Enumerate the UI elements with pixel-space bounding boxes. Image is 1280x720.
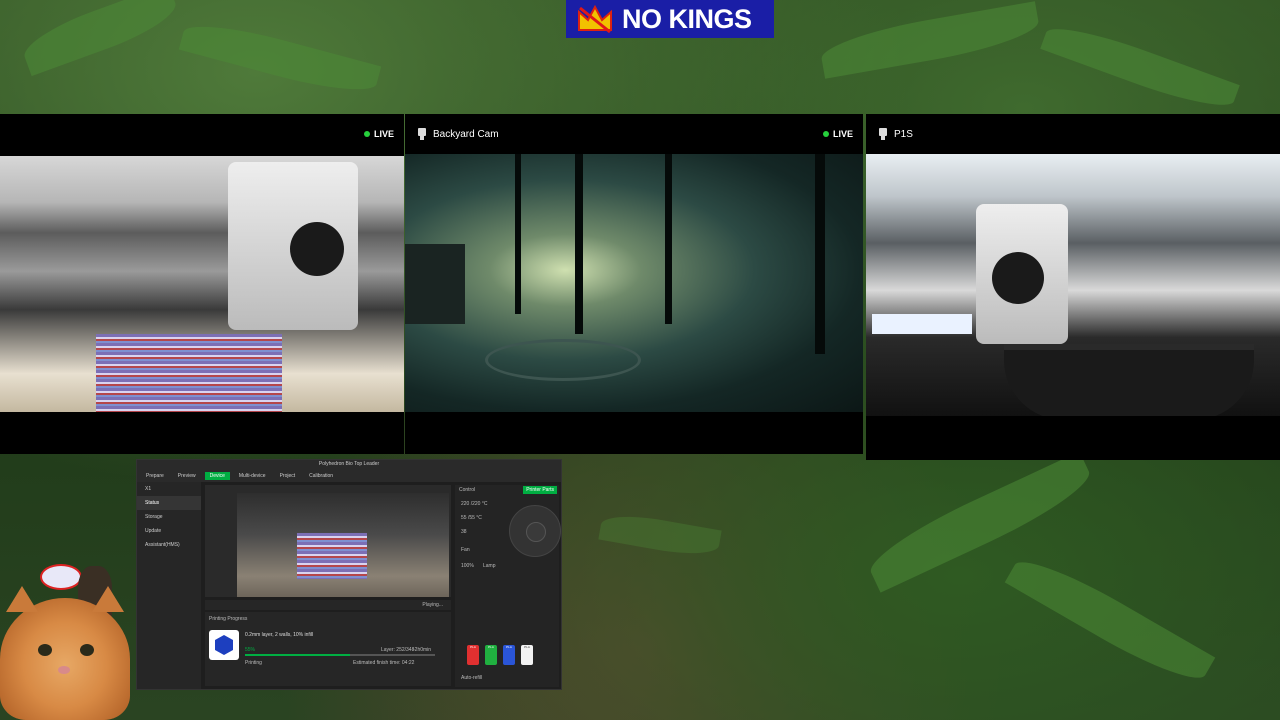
tab-calibration[interactable]: Calibration <box>304 472 338 480</box>
tab-prepare[interactable]: Prepare <box>141 472 169 480</box>
live-dot-icon <box>363 131 370 137</box>
model-thumbnail <box>209 630 239 660</box>
printed-bowl-image <box>1004 344 1254 416</box>
no-kings-banner: NO KINGS <box>566 0 774 38</box>
window-title: Polyhedron Bio Top Leader <box>318 461 380 467</box>
sidebar-item-storage[interactable]: Storage <box>137 510 201 524</box>
sidebar-item-update[interactable]: Update <box>137 524 201 538</box>
camera-view <box>205 485 451 597</box>
lamp-toggle[interactable]: Lamp <box>483 563 496 569</box>
banner-text: NO KINGS <box>622 3 752 34</box>
tab-project[interactable]: Project <box>275 472 301 480</box>
camera-feed <box>866 154 1280 416</box>
printer-parts-button[interactable]: Printer Parts <box>523 486 557 494</box>
ams-spool[interactable]: PLA <box>485 645 497 665</box>
live-indicator: LIVE <box>822 114 853 154</box>
speech-bubble-sticker <box>40 564 82 590</box>
camera-icon <box>418 128 426 140</box>
camera-feed <box>0 156 404 412</box>
device-sidebar: X1 Status Storage Update Assistant(HMS) <box>137 482 201 689</box>
estimated-finish: Estimated finish time: 04:22 <box>353 660 415 666</box>
control-heading: Control <box>459 487 476 493</box>
nozzle-temp[interactable]: 220 /220 °C <box>461 501 487 507</box>
sidebar-item-status[interactable]: Status <box>137 496 201 510</box>
tab-device[interactable]: Device <box>204 472 230 480</box>
tab-bar: Prepare Preview Device Multi-device Proj… <box>137 470 561 482</box>
speed-value[interactable]: 100% <box>461 563 474 569</box>
slicer-app-window: Polyhedron Bio Top Leader Prepare Previe… <box>136 459 562 690</box>
camera-header: Backyard Cam LIVE <box>405 114 863 154</box>
job-name: 0.2mm layer, 2 walls, 10% infill <box>245 632 314 638</box>
control-panel: Control Printer Parts 220 /220 °C 55 /55… <box>455 485 561 687</box>
video-statusbar: Playing... <box>205 600 451 610</box>
ams-spool[interactable]: PLA <box>503 645 515 665</box>
sidebar-item-assistant[interactable]: Assistant(HMS) <box>137 538 201 552</box>
camera-header: LIVE <box>0 114 404 154</box>
ams-spool[interactable]: PLA <box>467 645 479 665</box>
printing-progress-panel: Printing Progress 0.2mm layer, 2 walls, … <box>205 612 451 686</box>
kitten-sticker <box>0 586 130 720</box>
live-dot-icon <box>822 131 829 137</box>
auto-refill-label[interactable]: Auto-refill <box>461 675 482 681</box>
progress-percent: 55% <box>245 647 256 653</box>
printer-selector[interactable]: X1 <box>137 482 201 496</box>
time-remaining: -2h0min <box>413 647 432 653</box>
axis-joystick[interactable] <box>509 505 561 557</box>
camera-feed <box>405 154 863 412</box>
camera-panel-p1s: P1S <box>866 114 1280 460</box>
video-status: Playing... <box>422 602 443 608</box>
printer-camera-image <box>237 493 449 597</box>
progress-bar <box>245 654 435 656</box>
print-state: Printing <box>245 660 262 666</box>
progress-heading: Printing Progress <box>209 616 248 622</box>
camera-panel-backyard: Backyard Cam LIVE <box>405 114 863 454</box>
camera-title: Backyard Cam <box>433 128 499 140</box>
camera-title: P1S <box>894 128 913 140</box>
camera-header: P1S <box>866 114 1280 154</box>
tab-multi-device[interactable]: Multi-device <box>234 472 271 480</box>
extruder-image <box>228 162 358 330</box>
extruder-image <box>976 204 1068 344</box>
live-indicator: LIVE <box>363 114 394 154</box>
bed-temp[interactable]: 55 /55 °C <box>461 515 482 521</box>
chamber-temp: 38 <box>461 529 467 535</box>
window-titlebar: Polyhedron Bio Top Leader <box>137 460 561 470</box>
tab-preview[interactable]: Preview <box>173 472 201 480</box>
layer-count: Layer: 252/348 <box>381 647 415 653</box>
printed-object-image <box>96 334 282 412</box>
camera-icon <box>879 128 887 140</box>
camera-panel-printer-1: LIVE <box>0 114 404 454</box>
home-button[interactable] <box>526 522 546 542</box>
ams-spool[interactable]: PLA <box>521 645 533 665</box>
crown-icon <box>578 4 612 34</box>
fan-label[interactable]: Fan <box>461 547 470 553</box>
